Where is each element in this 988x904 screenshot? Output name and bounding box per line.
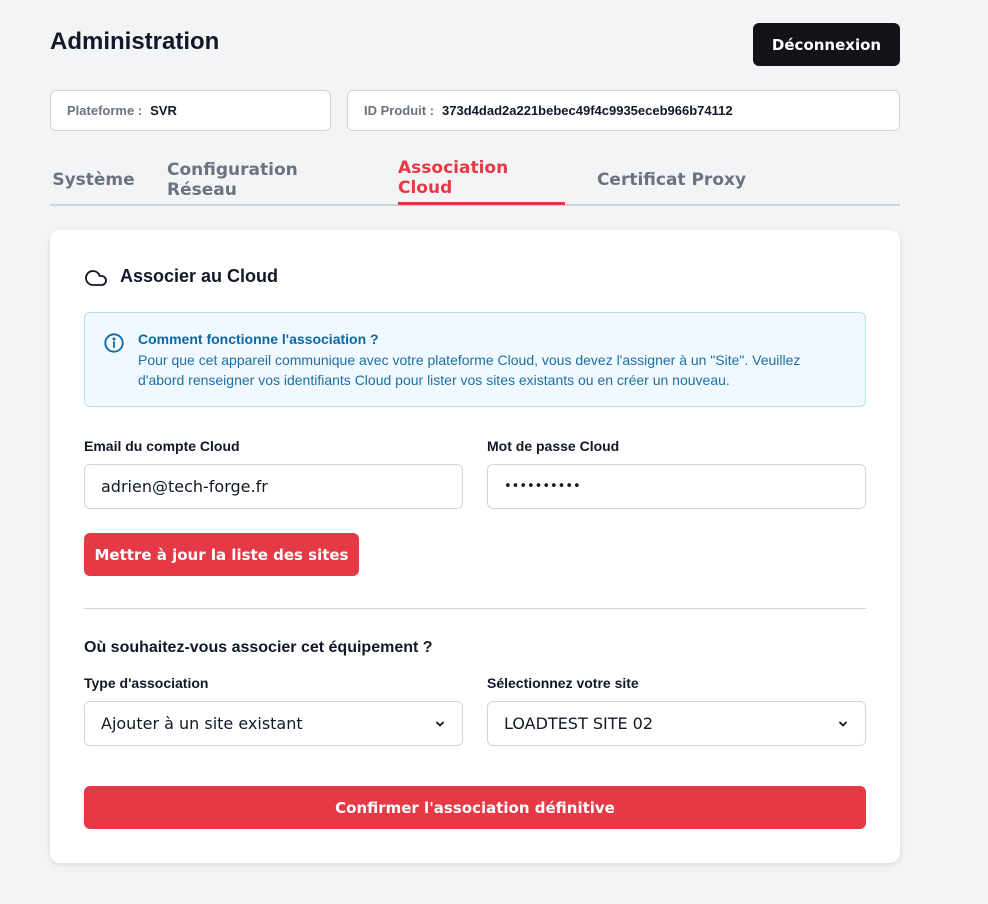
tab-systeme[interactable]: Système <box>50 158 137 206</box>
info-icon <box>104 333 124 353</box>
chevron-down-icon <box>436 721 444 726</box>
logout-button[interactable]: Déconnexion <box>753 23 900 66</box>
tab-certificat-proxy[interactable]: Certificat Proxy <box>595 158 748 206</box>
cloud-icon <box>85 270 107 286</box>
email-field[interactable]: adrien@tech-forge.fr <box>84 464 463 509</box>
page-title: Administration <box>50 28 220 55</box>
site-select[interactable]: LOADTEST SITE 02 <box>487 701 866 746</box>
update-sites-button[interactable]: Mettre à jour la liste des sites <box>84 533 359 576</box>
association-type-select[interactable]: Ajouter à un site existant <box>84 701 463 746</box>
confirm-association-button[interactable]: Confirmer l'association définitive <box>84 786 866 829</box>
platform-label: Plateforme : <box>67 103 143 118</box>
association-type-label: Type d'association <box>84 675 209 691</box>
alert-text: Pour que cet appareil communique avec vo… <box>138 352 801 388</box>
tab-bar: Système Configuration Réseau Association… <box>50 158 900 206</box>
association-card: Associer au Cloud Comment fonctionne l'a… <box>50 230 900 863</box>
email-label: Email du compte Cloud <box>84 438 240 454</box>
card-header: Associer au Cloud <box>84 262 278 290</box>
section-title: Où souhaitez-vous associer cet équipemen… <box>84 639 433 656</box>
product-id-label: ID Produit : <box>364 103 435 118</box>
platform-info: Plateforme : SVR <box>50 90 331 131</box>
association-type-value: Ajouter à un site existant <box>101 714 303 733</box>
tab-configuration-reseau[interactable]: Configuration Réseau <box>167 158 368 206</box>
info-alert: Comment fonctionne l'association ? Pour … <box>84 312 866 407</box>
tab-association-cloud[interactable]: Association Cloud <box>398 158 565 205</box>
email-value: adrien@tech-forge.fr <box>101 477 268 496</box>
chevron-down-icon <box>839 721 847 726</box>
product-id-value: 373d4dad2a221bebec49f4c9935eceb966b74112 <box>442 103 733 118</box>
password-value: •••••••••• <box>504 479 581 494</box>
platform-value: SVR <box>150 103 177 118</box>
password-field[interactable]: •••••••••• <box>487 464 866 509</box>
site-value: LOADTEST SITE 02 <box>504 714 654 733</box>
divider <box>84 608 866 609</box>
site-label: Sélectionnez votre site <box>487 675 639 691</box>
password-label: Mot de passe Cloud <box>487 438 620 454</box>
product-id-info: ID Produit : 373d4dad2a221bebec49f4c9935… <box>347 90 900 131</box>
alert-title: Comment fonctionne l'association ? <box>138 331 379 347</box>
card-title: Associer au Cloud <box>120 265 279 286</box>
